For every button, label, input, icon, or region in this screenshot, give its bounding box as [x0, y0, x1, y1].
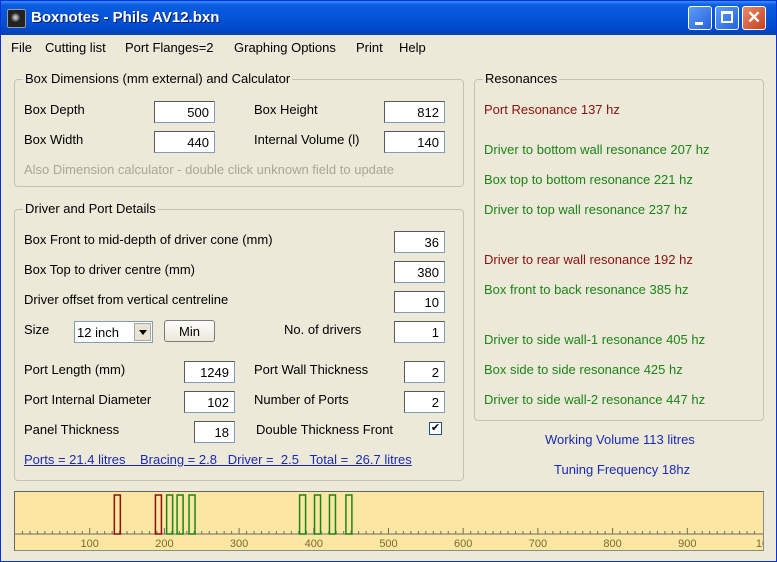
tick-label: 300 [230, 538, 248, 550]
box-width-label: Box Width [24, 132, 84, 147]
menu-cutting-list[interactable]: Cutting list [45, 40, 106, 55]
resonance-item: Box front to back resonance 385 hz [484, 282, 689, 297]
port-wall-field[interactable]: 2 [404, 361, 445, 383]
close-button[interactable]: ✕ [742, 6, 766, 30]
resonance-marker [176, 494, 184, 535]
menu-bar: File Cutting list Port Flanges=2 Graphin… [1, 35, 776, 59]
top-to-driver-field[interactable]: 380 [394, 261, 445, 283]
tick-label: 10 [756, 538, 763, 550]
resonance-marker [345, 494, 353, 535]
box-height-label: Box Height [254, 102, 318, 117]
menu-file[interactable]: File [11, 40, 32, 55]
tick-label: 600 [454, 538, 472, 550]
minimize-button[interactable] [688, 6, 712, 30]
num-drivers-label: No. of drivers [284, 322, 362, 337]
app-window: Boxnotes - Phils AV12.bxn ✕ File Cutting… [0, 0, 777, 562]
size-label: Size [24, 322, 50, 337]
window-title: Boxnotes - Phils AV12.bxn [31, 9, 220, 26]
resonance-item: Driver to side wall-1 resonance 405 hz [484, 332, 706, 347]
tick-label: 500 [379, 538, 397, 550]
volume-summary-link[interactable]: Ports = 21.4 litres Bracing = 2.8 Driver… [24, 452, 412, 467]
tick-label: 400 [305, 538, 323, 550]
chevron-down-icon[interactable] [134, 323, 151, 341]
resonance-marker [165, 494, 174, 535]
menu-graphing-options[interactable]: Graphing Options [234, 40, 336, 55]
port-length-field[interactable]: 1249 [184, 361, 235, 383]
resonance-marker [328, 494, 337, 535]
resonance-item: Driver to bottom wall resonance 207 hz [484, 142, 710, 157]
driver-port-title: Driver and Port Details [23, 201, 158, 216]
resonance-item: Driver to side wall-2 resonance 447 hz [484, 392, 706, 407]
panel-thickness-field[interactable]: 18 [194, 421, 235, 443]
resonance-item: Port Resonance 137 hz [484, 102, 620, 117]
resonance-marker [113, 494, 122, 535]
tuning-frequency: Tuning Frequency 18hz [554, 462, 691, 477]
num-drivers-field[interactable]: 1 [394, 321, 445, 343]
tick-label: 100 [81, 538, 99, 550]
menu-port-flanges[interactable]: Port Flanges=2 [125, 40, 214, 55]
calculator-hint: Also Dimension calculator - double click… [24, 162, 394, 177]
resonances-title: Resonances [483, 71, 560, 86]
driver-offset-label: Driver offset from vertical centreline [24, 292, 229, 307]
title-bar[interactable]: Boxnotes - Phils AV12.bxn ✕ [1, 1, 776, 35]
top-to-driver-label: Box Top to driver centre (mm) [24, 262, 195, 277]
min-button[interactable]: Min [164, 320, 215, 342]
driver-size-select[interactable]: 12 inch [74, 321, 153, 343]
resonance-graph-svg: 100 200 300 400 500 600 700 800 900 10 [15, 494, 763, 550]
box-width-field[interactable]: 440 [154, 131, 215, 153]
box-depth-field[interactable]: 500 [154, 101, 215, 123]
box-height-field[interactable]: 812 [384, 101, 445, 123]
internal-volume-label: Internal Volume (l) [254, 132, 360, 147]
panel-thickness-label: Panel Thickness [24, 422, 120, 437]
resonance-item: Box side to side resonance 425 hz [484, 362, 683, 377]
num-ports-label: Number of Ports [254, 392, 349, 407]
resonance-marker [188, 494, 196, 535]
resonance-item: Driver to rear wall resonance 192 hz [484, 252, 693, 267]
tick-label: 200 [155, 538, 173, 550]
close-icon: ✕ [746, 8, 762, 27]
resonance-marker [154, 494, 163, 535]
working-volume: Working Volume 113 litres [545, 432, 695, 447]
resonance-marker [313, 494, 322, 535]
menu-print[interactable]: Print [356, 40, 383, 55]
driver-size-value: 12 inch [77, 325, 119, 340]
double-thickness-checkbox[interactable]: ✔ [429, 422, 442, 435]
box-depth-label: Box Depth [24, 102, 85, 117]
port-wall-label: Port Wall Thickness [254, 362, 369, 377]
front-to-cone-field[interactable]: 36 [394, 231, 445, 253]
resonance-item: Driver to top wall resonance 237 hz [484, 202, 688, 217]
box-dimensions-title: Box Dimensions (mm external) and Calcula… [23, 71, 293, 86]
tick-label: 800 [603, 538, 621, 550]
port-diameter-label: Port Internal Diameter [24, 392, 152, 407]
maximize-button[interactable] [715, 6, 739, 30]
resonance-item: Box top to bottom resonance 221 hz [484, 172, 693, 187]
tick-label: 900 [678, 538, 696, 550]
port-length-label: Port Length (mm) [24, 362, 126, 377]
driver-offset-field[interactable]: 10 [394, 291, 445, 313]
num-ports-field[interactable]: 2 [404, 391, 445, 413]
resonance-marker [298, 494, 307, 535]
port-diameter-field[interactable]: 102 [184, 391, 235, 413]
tick-label: 700 [529, 538, 547, 550]
front-to-cone-label: Box Front to mid-depth of driver cone (m… [24, 232, 273, 247]
menu-help[interactable]: Help [399, 40, 426, 55]
double-thickness-label: Double Thickness Front [256, 422, 394, 437]
resonance-graph: 100 200 300 400 500 600 700 800 900 10 [14, 491, 764, 551]
speaker-app-icon[interactable] [7, 9, 26, 28]
internal-volume-field[interactable]: 140 [384, 131, 445, 153]
